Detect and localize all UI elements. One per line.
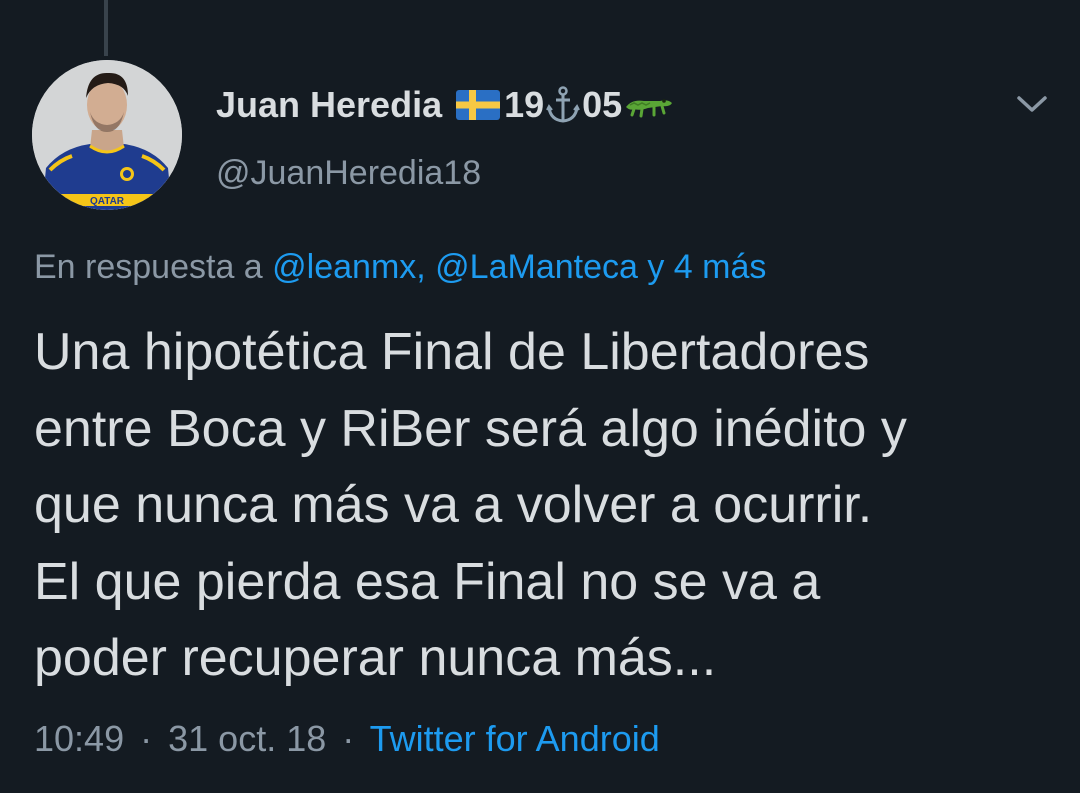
display-name-number-2: 05 [582, 84, 623, 125]
display-name-row[interactable]: Juan Heredia 19 05 [216, 80, 674, 130]
thread-connector-line [104, 0, 108, 56]
tweet-text-line: Una hipotética Final de Libertadores [34, 323, 870, 381]
tweet-date[interactable]: 31 oct. 18 [168, 718, 326, 759]
display-name[interactable]: Juan Heredia [216, 84, 442, 126]
anchor-icon [546, 86, 581, 123]
display-name-number-1: 19 [504, 84, 545, 125]
meta-separator: · [140, 718, 153, 759]
meta-separator: · [342, 718, 355, 759]
reply-to-line: En respuesta a @leanmx, @LaManteca y 4 m… [34, 248, 766, 287]
user-handle[interactable]: @JuanHeredia18 [216, 154, 674, 193]
reply-to-more-link[interactable]: y 4 más [647, 248, 766, 286]
avatar[interactable]: QATAR [32, 60, 182, 210]
sweden-flag-icon [456, 90, 501, 120]
tweet-metadata: 10:49 · 31 oct. 18 · Twitter for Android [34, 718, 660, 760]
reply-to-prefix: En respuesta a [34, 248, 263, 286]
tweet-source-link[interactable]: Twitter for Android [370, 718, 660, 759]
reply-to-users-link[interactable]: @leanmx, @LaManteca [272, 248, 638, 286]
tweet-header: Juan Heredia 19 05 @JuanHeredia18 [216, 80, 674, 193]
avatar-photo: QATAR [32, 60, 182, 210]
crocodile-icon [626, 99, 673, 118]
chevron-down-icon[interactable] [1014, 92, 1050, 116]
tweet-time[interactable]: 10:49 [34, 718, 124, 759]
tweet-text-line: El que pierda esa Final no se va a [34, 552, 821, 611]
tweet-text-line: poder recuperar nunca más... [34, 629, 717, 687]
tweet-text-line: entre Boca y RiBer será algo inédito y [34, 399, 907, 458]
tweet-text-line: que nunca más va a volver a ocurrir. [34, 476, 873, 534]
avatar-sponsor-text: QATAR [90, 196, 125, 207]
tweet-text: Una hipotética Final de Libertadores ent… [34, 314, 1054, 697]
